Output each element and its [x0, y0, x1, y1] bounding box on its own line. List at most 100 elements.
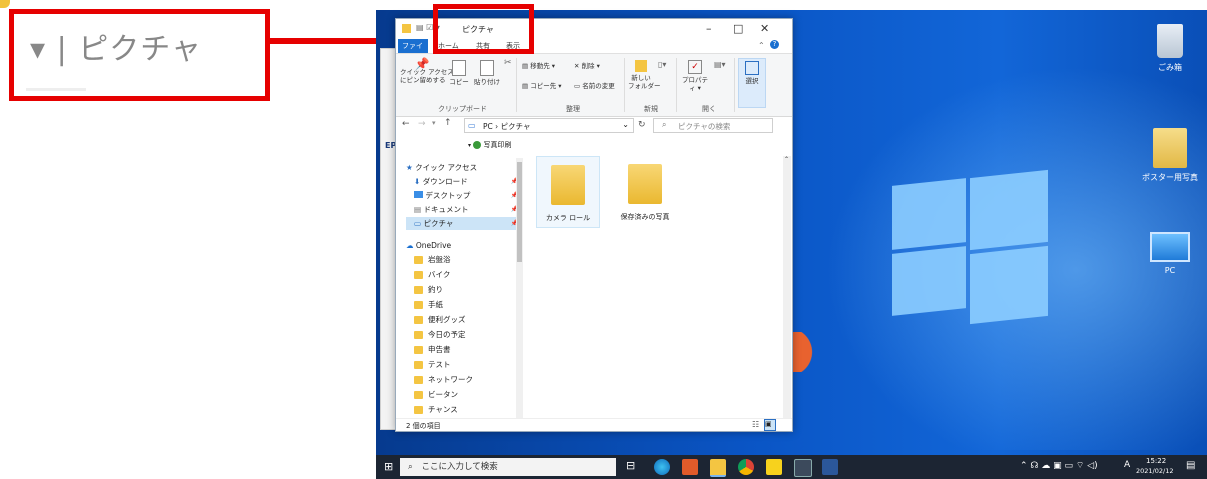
- organize-group-label: 整理: [566, 105, 580, 113]
- select-button[interactable]: 選択: [738, 58, 766, 108]
- desktop-icon: [414, 191, 423, 198]
- copy-button[interactable]: コピー: [448, 60, 470, 86]
- clipboard-icon: [480, 60, 494, 76]
- folder-saved-pictures[interactable]: 保存済みの写真: [614, 156, 676, 226]
- folder-icon: [551, 165, 585, 205]
- nav-item-onedrive-folder[interactable]: チャンス: [406, 403, 522, 416]
- zoom-highlight: [433, 4, 534, 54]
- expand-ribbon-icon[interactable]: ⌃: [758, 41, 765, 50]
- up-arrow-icon[interactable]: ↑: [444, 118, 452, 128]
- folder-icon: [414, 301, 423, 309]
- nav-item-desktop[interactable]: デスクトップ 📌: [406, 189, 522, 202]
- search-icon: ⌕: [662, 120, 667, 129]
- folder-camera-roll[interactable]: カメラ ロール: [536, 156, 600, 228]
- photo-print-icon: [473, 141, 482, 149]
- new-group-label: 新規: [644, 105, 658, 113]
- nav-onedrive[interactable]: ☁ OneDrive: [406, 239, 516, 252]
- open-icon[interactable]: ▤▾: [714, 60, 726, 69]
- clock-time[interactable]: 15:22: [1146, 457, 1166, 465]
- search-input[interactable]: ⌕ ピクチャの検索: [653, 118, 773, 133]
- clock-date[interactable]: 2021/02/12: [1136, 467, 1173, 475]
- folder-icon: [402, 24, 411, 33]
- edge-icon[interactable]: [654, 459, 670, 475]
- nav-item-pictures[interactable]: ▭ ピクチャ 📌: [406, 217, 522, 230]
- download-icon: ⬇: [414, 177, 421, 186]
- open-group-label: 開く: [702, 105, 716, 113]
- desktop-icon-recycle-bin[interactable]: ごみ箱: [1140, 24, 1200, 73]
- navigation-pane: ★ クイック アクセス ⬇ ダウンロード 📌 デスクトップ 📌 ▤ ドキュメント 📌 …: [406, 156, 522, 418]
- help-icon[interactable]: ?: [770, 40, 779, 49]
- sticky-notes-icon[interactable]: [766, 459, 782, 475]
- maximize-button[interactable]: □: [733, 22, 743, 35]
- details-view-icon[interactable]: ☷: [752, 420, 759, 429]
- desktop-icon-label: ポスター用写真: [1142, 173, 1198, 182]
- nav-item-onedrive-folder[interactable]: 今日の予定: [406, 328, 522, 341]
- task-view-icon[interactable]: ⊟: [626, 459, 642, 475]
- new-folder-button[interactable]: 新しい フォルダー: [628, 60, 661, 90]
- address-bar[interactable]: ▭ PC › ピクチャ ⌄: [464, 118, 634, 133]
- close-button[interactable]: ✕: [760, 22, 769, 35]
- nav-item-onedrive-folder[interactable]: 手紙: [406, 298, 522, 311]
- recent-locations-icon[interactable]: ▾: [432, 119, 436, 127]
- forward-arrow-icon[interactable]: →: [418, 119, 426, 129]
- recycle-bin-icon: [1157, 24, 1183, 58]
- refresh-icon[interactable]: ↻: [638, 120, 646, 130]
- nav-item-onedrive-folder[interactable]: 申告書: [406, 343, 522, 356]
- large-icons-view-icon[interactable]: ▣: [764, 419, 776, 431]
- nav-scroll-thumb[interactable]: [517, 162, 522, 262]
- system-tray-icons[interactable]: ⌃ ☊ ☁ ▣ ▭ ⌔ ◁): [1020, 460, 1098, 471]
- chrome-icon[interactable]: [738, 459, 754, 475]
- folder-icon: [414, 391, 423, 399]
- item-count: 2 個の項目: [406, 422, 441, 430]
- pictures-icon: ▭: [414, 219, 422, 228]
- tab-file[interactable]: ファイル: [398, 39, 428, 60]
- nav-item-onedrive-folder[interactable]: ネットワーク: [406, 373, 522, 386]
- desktop-icon-pc[interactable]: PC: [1140, 232, 1200, 275]
- calculator-icon[interactable]: [794, 459, 812, 477]
- search-icon: ⌕: [408, 462, 413, 472]
- monitor-icon: [1150, 232, 1190, 262]
- media-player-icon[interactable]: [682, 459, 698, 475]
- nav-item-onedrive-folder[interactable]: バイク: [406, 268, 522, 281]
- copy-to-button[interactable]: ▤ コピー先 ▾: [522, 82, 562, 90]
- star-icon: ★: [406, 163, 413, 172]
- nav-item-onedrive-folder[interactable]: 岩盤浴: [406, 253, 522, 266]
- folder-icon: [414, 271, 423, 279]
- folder-icon: [414, 316, 423, 324]
- desktop-icon-poster-photos[interactable]: ポスター用写真: [1140, 128, 1200, 183]
- nav-item-onedrive-folder[interactable]: 釣り: [406, 283, 522, 296]
- nav-item-downloads[interactable]: ⬇ ダウンロード 📌: [406, 175, 522, 188]
- minimize-button[interactable]: –: [706, 22, 712, 35]
- rename-button[interactable]: ▭ 名前の変更: [574, 82, 615, 90]
- delete-button[interactable]: ✕ 削除 ▾: [574, 62, 600, 70]
- back-arrow-icon[interactable]: ←: [402, 119, 410, 129]
- move-to-button[interactable]: ▤ 移動先 ▾: [522, 62, 555, 70]
- file-list: カメラ ロール 保存済みの写真: [526, 156, 781, 418]
- ribbon: 📌 クイック アクセス にピン留めする コピー 貼り付け ✂ クリップボード ▤…: [396, 53, 792, 117]
- nav-quick-access[interactable]: ★ クイック アクセス: [406, 161, 516, 174]
- start-button[interactable]: ⊞: [384, 460, 393, 473]
- word-icon[interactable]: [822, 459, 838, 475]
- taskbar-search[interactable]: ⌕ ここに入力して検索: [400, 458, 616, 476]
- file-explorer-icon[interactable]: [710, 459, 726, 477]
- nav-item-onedrive-folder[interactable]: テスト: [406, 358, 522, 371]
- photo-print-button[interactable]: ▾ 写真印刷: [468, 140, 511, 150]
- notification-icon[interactable]: ▤: [1186, 460, 1195, 471]
- desktop-icon-label: ごみ箱: [1158, 63, 1182, 72]
- nav-item-onedrive-folder[interactable]: 便利グッズ: [406, 313, 522, 326]
- new-item-icon[interactable]: ▯▾: [658, 60, 666, 69]
- ime-indicator[interactable]: A: [1124, 460, 1130, 470]
- callout-arrow: [0, 0, 10, 8]
- paste-button[interactable]: 貼り付け: [474, 60, 500, 86]
- properties-icon: ✓: [688, 60, 702, 74]
- address-dropdown-icon[interactable]: ⌄: [622, 120, 629, 129]
- explorer-window: ▤ ☑ ▾ ピクチャ – □ ✕ ファイル ホーム 共有 表示 ⌃ ? 📌 クイ…: [395, 18, 793, 432]
- properties-button[interactable]: ✓ プロパティ ▾: [680, 60, 710, 92]
- cut-icon[interactable]: ✂: [504, 58, 512, 68]
- nav-item-documents[interactable]: ▤ ドキュメント 📌: [406, 203, 522, 216]
- copy-icon: [452, 60, 466, 76]
- folder-icon: [414, 331, 423, 339]
- nav-item-onedrive-folder[interactable]: ビータン: [406, 388, 522, 401]
- content-scrollbar[interactable]: ⌃: [783, 156, 791, 418]
- pin-quick-access-button[interactable]: 📌 クイック アクセス にピン留めする: [400, 58, 454, 84]
